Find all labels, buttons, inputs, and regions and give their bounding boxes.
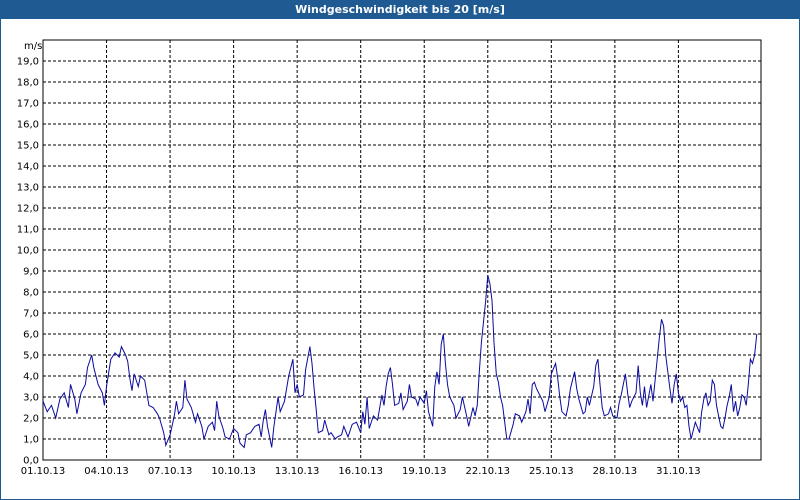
x-tick-label: 25.10.13 xyxy=(529,466,574,477)
y-tick-label: 1,0 xyxy=(23,435,39,446)
x-tick-label: 19.10.13 xyxy=(402,466,447,477)
y-tick-label: 2,0 xyxy=(23,414,39,425)
x-tick-labels: 01.10.13 04.10.13 07.10.13 10.10.13 13.10.13… xyxy=(21,466,701,477)
y-tick-label: 17,0 xyxy=(17,99,39,110)
x-tick-label: 04.10.13 xyxy=(84,466,129,477)
y-tick-label: 9,0 xyxy=(23,267,39,278)
x-tick-label: 01.10.13 xyxy=(21,466,66,477)
y-tick-label: 11,0 xyxy=(17,225,39,236)
y-tick-label: 19,0 xyxy=(17,57,39,68)
y-tick-label: 15,0 xyxy=(17,141,39,152)
x-tick-label: 31.10.13 xyxy=(656,466,701,477)
y-tick-label: 3,0 xyxy=(23,393,39,404)
x-tick-label: 10.10.13 xyxy=(211,466,256,477)
y-tick-label: 14,0 xyxy=(17,162,39,173)
series-line xyxy=(42,275,758,449)
y-tick-label: 5,0 xyxy=(23,351,39,362)
y-tick-label: 7,0 xyxy=(23,309,39,320)
y-tick-label: 8,0 xyxy=(23,288,39,299)
line-chart: m/s 0,0 1,0 2,0 3,0 4,0 5,0 6,0 7,0 8,0 9,0 10,0 11… xyxy=(17,39,762,477)
y-tick-label: 4,0 xyxy=(23,372,39,383)
y-tick-label: 18,0 xyxy=(17,78,39,89)
x-tick-label: 07.10.13 xyxy=(148,466,193,477)
y-tick-label: 13,0 xyxy=(17,183,39,194)
x-tick-label: 16.10.13 xyxy=(338,466,383,477)
y-tick-label: 6,0 xyxy=(23,330,39,341)
x-tick-label: 13.10.13 xyxy=(275,466,320,477)
x-tick-label: 28.10.13 xyxy=(593,466,638,477)
y-tick-label: 16,0 xyxy=(17,120,39,131)
y-axis-label: m/s xyxy=(24,41,42,52)
y-tick-labels: 0,0 1,0 2,0 3,0 4,0 5,0 6,0 7,0 8,0 9,0 10,0 11,0 12… xyxy=(17,57,39,467)
x-tick-label: 22.10.13 xyxy=(466,466,511,477)
y-tick-label: 10,0 xyxy=(17,246,39,257)
y-tick-label: 12,0 xyxy=(17,204,39,215)
y-tick-label: 0,0 xyxy=(23,456,39,467)
